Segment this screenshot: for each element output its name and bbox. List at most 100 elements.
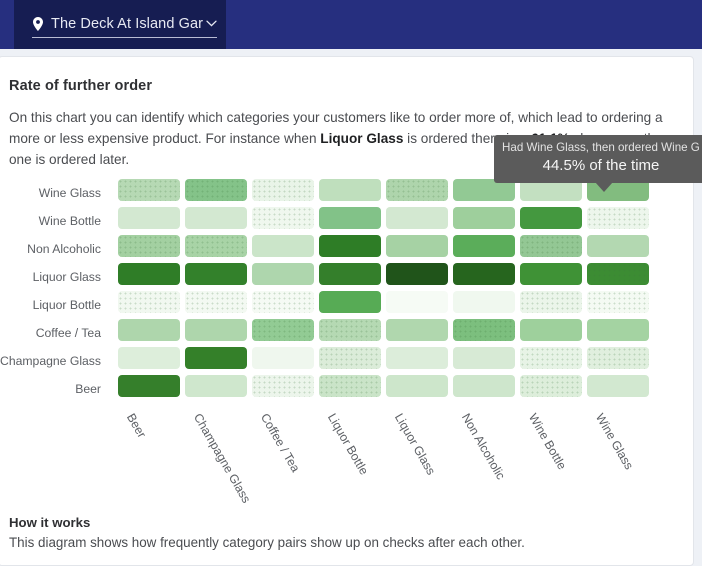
heatmap-cell[interactable] <box>386 347 448 369</box>
tooltip-arrow <box>595 182 613 192</box>
heatmap-cell[interactable] <box>252 291 314 313</box>
desc-bold-category: Liquor Glass <box>320 131 404 146</box>
heatmap-cell[interactable] <box>587 319 649 341</box>
heatmap-cell[interactable] <box>520 319 582 341</box>
map-pin-icon <box>33 16 43 31</box>
heatmap-cell[interactable] <box>386 207 448 229</box>
heatmap-cell[interactable] <box>252 347 314 369</box>
heatmap-row <box>118 319 649 347</box>
heatmap-x-label: Wine Glass <box>592 411 637 472</box>
heatmap-y-label: Coffee / Tea <box>35 326 101 340</box>
heatmap-cell[interactable] <box>520 375 582 397</box>
heatmap-cell[interactable] <box>587 347 649 369</box>
heatmap-cell[interactable] <box>118 319 180 341</box>
heatmap-cell[interactable] <box>453 347 515 369</box>
heatmap-cell[interactable] <box>520 207 582 229</box>
heatmap-cell[interactable] <box>118 207 180 229</box>
heatmap-cell[interactable] <box>587 235 649 257</box>
chevron-down-icon[interactable] <box>206 20 217 27</box>
heatmap-cell[interactable] <box>118 347 180 369</box>
location-selector[interactable]: The Deck At Island Gar <box>14 0 226 49</box>
heatmap-x-label: Coffee / Tea <box>257 411 303 475</box>
heatmap-x-label: Liquor Bottle <box>324 411 372 478</box>
heatmap-cell[interactable] <box>118 235 180 257</box>
heatmap-cell[interactable] <box>319 207 381 229</box>
heatmap-cell[interactable] <box>453 291 515 313</box>
heatmap-cell[interactable] <box>319 291 381 313</box>
heatmap-cell[interactable] <box>587 263 649 285</box>
heatmap-y-label: Liquor Glass <box>32 270 101 284</box>
heatmap-y-label: Champagne Glass <box>0 354 101 368</box>
heatmap-cell[interactable] <box>252 179 314 201</box>
top-navigation-bar: The Deck At Island Gar <box>0 0 702 49</box>
heatmap-cell[interactable] <box>386 375 448 397</box>
heatmap-cell[interactable] <box>185 235 247 257</box>
heatmap-cell[interactable] <box>252 235 314 257</box>
heatmap-cell[interactable] <box>386 179 448 201</box>
heatmap-cell[interactable] <box>185 291 247 313</box>
heatmap-cell[interactable] <box>520 347 582 369</box>
heatmap-cell[interactable] <box>185 179 247 201</box>
heatmap-cell[interactable] <box>319 235 381 257</box>
heatmap-y-label: Wine Glass <box>38 186 101 200</box>
heatmap-cell[interactable] <box>520 263 582 285</box>
heatmap-cell[interactable] <box>185 347 247 369</box>
location-selector-inner: The Deck At Island Gar <box>32 12 218 38</box>
heatmap-cell[interactable] <box>319 263 381 285</box>
tooltip-line-1: Had Wine Glass, then ordered Wine Glass <box>502 141 700 154</box>
heatmap-row <box>118 179 649 207</box>
page-title: Rate of further order <box>9 78 153 94</box>
heatmap-x-label: Champagne Glass <box>190 411 254 506</box>
heatmap-row <box>118 375 649 403</box>
heatmap-x-label: Wine Bottle <box>525 411 570 472</box>
how-it-works-body: This diagram shows how frequently catego… <box>9 535 525 550</box>
heatmap-cell[interactable] <box>185 375 247 397</box>
heatmap-row <box>118 347 649 375</box>
heatmap-cell[interactable] <box>386 291 448 313</box>
heatmap-cell[interactable] <box>520 235 582 257</box>
tooltip-line-2: 44.5% of the time <box>542 157 660 174</box>
heatmap-y-label: Liquor Bottle <box>32 298 101 312</box>
heatmap-cell[interactable] <box>453 263 515 285</box>
heatmap-cell[interactable] <box>453 235 515 257</box>
heatmap-cell[interactable] <box>386 235 448 257</box>
heatmap-cell[interactable] <box>386 263 448 285</box>
heatmap-cell[interactable] <box>319 375 381 397</box>
heatmap-cell[interactable] <box>587 375 649 397</box>
heatmap-cell[interactable] <box>252 319 314 341</box>
heatmap-cell[interactable] <box>118 375 180 397</box>
heatmap-chart: Wine Glass Wine Bottle Non Alcoholic Liquor… <box>0 179 695 509</box>
heatmap-y-label: Non Alcoholic <box>27 242 101 256</box>
heatmap-cell[interactable] <box>252 263 314 285</box>
heatmap-row <box>118 235 649 263</box>
heatmap-cell[interactable] <box>319 347 381 369</box>
heatmap-x-label: Beer <box>123 411 149 441</box>
heatmap-y-label: Wine Bottle <box>38 214 101 228</box>
heatmap-cell[interactable] <box>118 263 180 285</box>
heatmap-row <box>118 207 649 235</box>
heatmap-cell[interactable] <box>185 263 247 285</box>
heatmap-cell[interactable] <box>587 207 649 229</box>
heatmap-cell[interactable] <box>185 319 247 341</box>
heatmap-cell[interactable] <box>453 375 515 397</box>
heatmap-cell[interactable] <box>453 319 515 341</box>
heatmap-cell[interactable] <box>118 179 180 201</box>
app-root: The Deck At Island Gar Rate of further o… <box>0 0 702 566</box>
heatmap-row <box>118 291 649 319</box>
heatmap-cell[interactable] <box>252 375 314 397</box>
heatmap-cell[interactable] <box>185 207 247 229</box>
report-card: Rate of further order On this chart you … <box>0 56 694 566</box>
heatmap-cell[interactable] <box>520 291 582 313</box>
heatmap-x-label: Non Alcoholic <box>458 411 508 482</box>
heatmap-grid <box>118 179 649 403</box>
heatmap-row <box>118 263 649 291</box>
heatmap-cell[interactable] <box>587 291 649 313</box>
how-it-works-title: How it works <box>9 515 91 530</box>
location-name: The Deck At Island Gar <box>51 15 204 32</box>
heatmap-cell[interactable] <box>319 179 381 201</box>
heatmap-cell[interactable] <box>453 207 515 229</box>
heatmap-cell[interactable] <box>386 319 448 341</box>
heatmap-cell[interactable] <box>118 291 180 313</box>
heatmap-cell[interactable] <box>319 319 381 341</box>
heatmap-cell[interactable] <box>252 207 314 229</box>
